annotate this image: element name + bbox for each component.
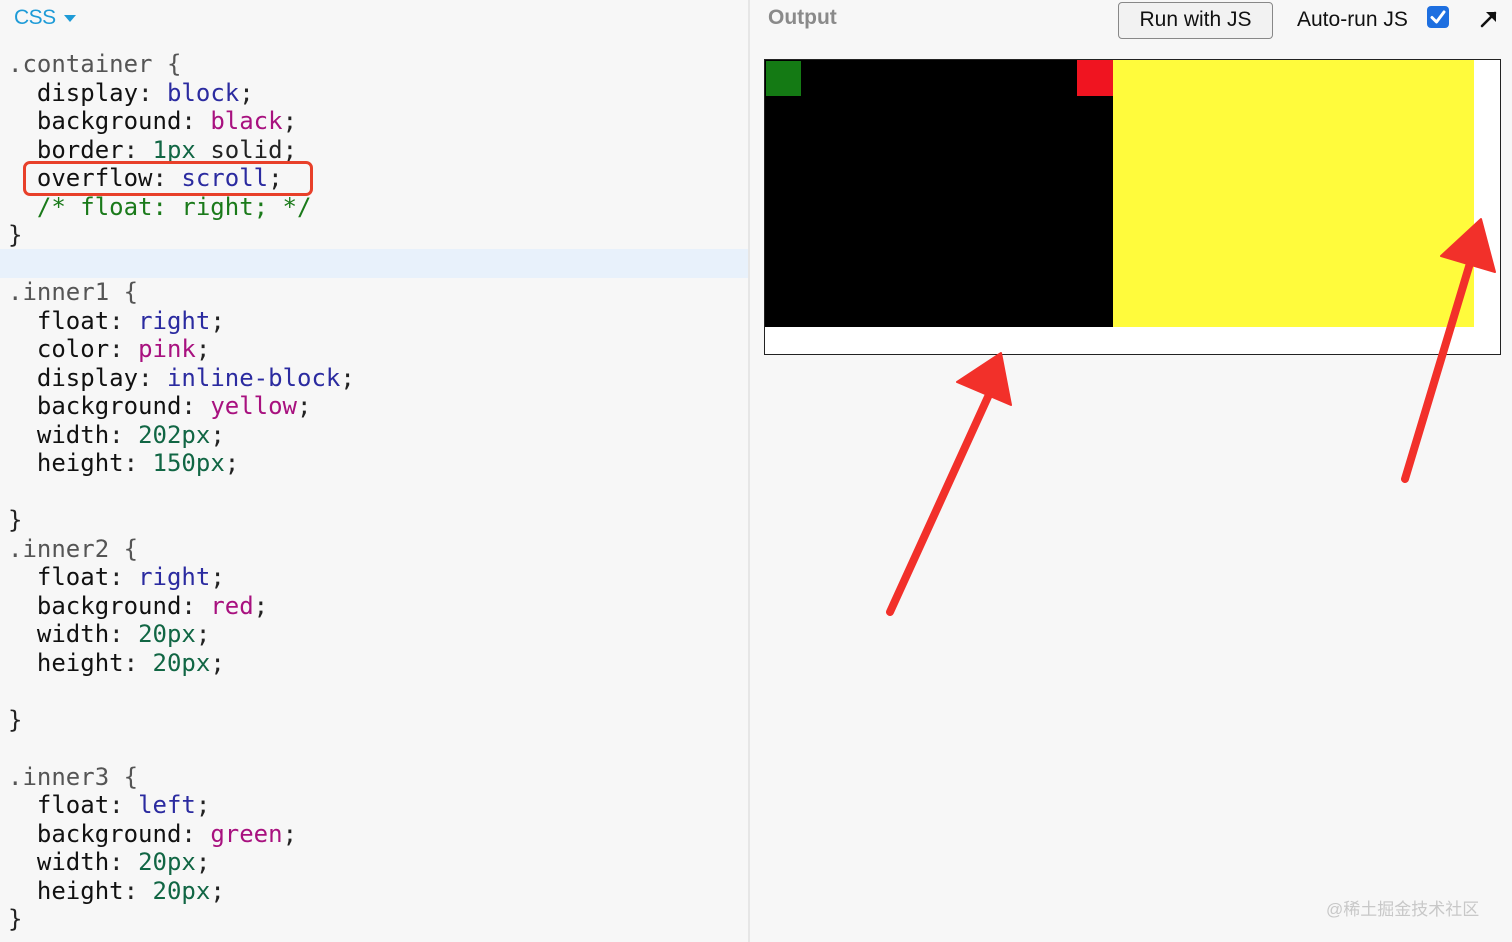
code-line: background: green; [36, 819, 298, 848]
language-tab-css[interactable]: CSS [14, 6, 76, 30]
overflow-scroll-highlight [23, 161, 313, 196]
output-title: Output [768, 6, 837, 29]
code-line: height: 20px; [36, 648, 225, 677]
code-line: border: 1px solid; [36, 135, 298, 164]
code-line: background: yellow; [36, 392, 312, 420]
code-line: display: inline-block; [36, 363, 355, 392]
autorun-js-checkbox[interactable] [1427, 6, 1449, 28]
code-line: } [8, 705, 23, 734]
checkmark-icon [1430, 10, 1446, 24]
language-tab-label: CSS [14, 6, 56, 29]
code-line: width: 202px; [36, 420, 225, 449]
code-line: } [8, 221, 23, 249]
code-line: } [8, 506, 23, 534]
code-line: width: 20px; [36, 620, 211, 648]
run-with-js-button[interactable]: Run with JS [1118, 2, 1273, 39]
code-line: float: right; [36, 563, 225, 591]
code-line: height: 150px; [36, 449, 240, 477]
code-line: .inner2 { [8, 534, 139, 563]
chevron-down-icon [63, 14, 76, 22]
watermark: @稀土掘金技术社区 [1326, 900, 1480, 919]
inner2-red-square [1077, 60, 1113, 96]
code-line: .container { [8, 50, 182, 78]
code-line: float: right; [36, 306, 225, 335]
autorun-js-label: Auto-run JS [1297, 8, 1408, 31]
code-line: .inner1 { [8, 278, 139, 306]
code-line: color: pink; [36, 335, 211, 363]
code-line: background: black; [36, 107, 298, 135]
code-line: background: red; [36, 591, 269, 620]
code-line: display: block; [36, 78, 254, 107]
container-black-block [765, 60, 1113, 327]
popout-arrow-icon[interactable] [1478, 8, 1500, 30]
code-line: height: 20px; [36, 876, 225, 905]
inner3-green-square [766, 61, 801, 96]
code-line: /* float: right; */ [8, 192, 312, 221]
code-line: } [8, 905, 23, 933]
pane-divider[interactable] [748, 0, 750, 942]
annotation-arrow-bottom [886, 352, 1012, 616]
code-line: width: 20px; [36, 848, 211, 876]
inner1-yellow-block [1113, 60, 1474, 327]
code-line: float: left; [36, 791, 211, 819]
code-line: .inner3 { [8, 762, 139, 791]
